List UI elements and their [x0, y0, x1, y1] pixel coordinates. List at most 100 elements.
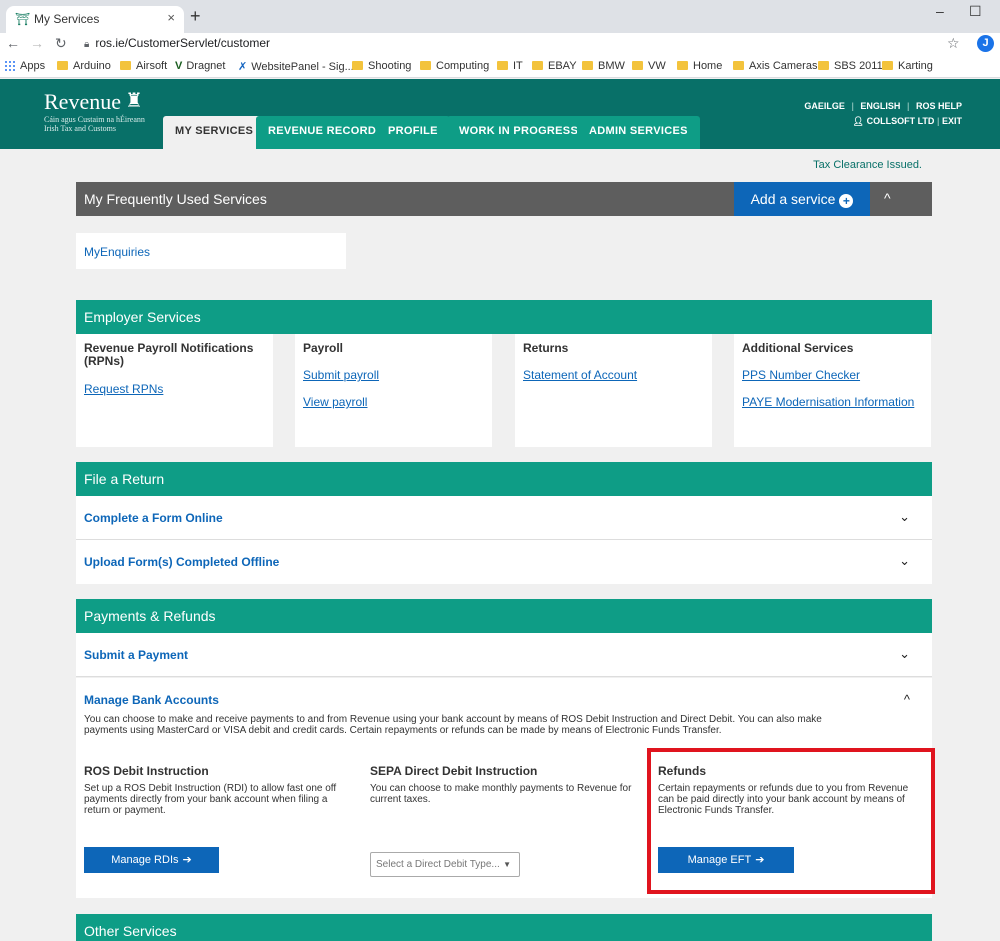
apps-grid-icon [4, 60, 15, 71]
bookmark-dragnet[interactable]: V Dragnet [175, 60, 225, 72]
manage-bank-description: You can choose to make and receive payme… [84, 714, 822, 736]
frequent-service-tile[interactable]: MyEnquiries [76, 233, 346, 269]
folder-icon [57, 61, 68, 70]
browser-tab-title: My Services [34, 12, 100, 26]
url-text: ros.ie/CustomerServlet/customer [95, 36, 271, 50]
link-ros-help[interactable]: ROS HELP [916, 101, 962, 111]
card-heading: Payroll [303, 341, 344, 355]
tab-admin-services[interactable]: ADMIN SERVICES [577, 116, 700, 149]
bookmark-it[interactable]: IT [497, 60, 523, 72]
user-line: 👤︎ COLLSOFT LTD | EXIT [853, 116, 962, 127]
top-utility-links: GAEILGE | ENGLISH | ROS HELP [800, 101, 962, 111]
separator: | [851, 101, 854, 111]
logo-subtitle-irish: Cáin agus Custaim na hÉireann [44, 115, 145, 124]
bookmark-star-icon[interactable]: ☆ [947, 35, 960, 52]
browser-tab-strip: ⛩ My Services × + – ☐ [0, 0, 1000, 33]
tab-close-icon[interactable]: × [167, 10, 175, 25]
separator: | [936, 116, 940, 126]
reload-icon[interactable]: ↻ [55, 35, 67, 52]
url-field[interactable]: 🔒︎ ros.ie/CustomerServlet/customer [84, 36, 270, 50]
pps-number-checker-link[interactable]: PPS Number Checker [742, 368, 860, 382]
bookmark-label: Karting [898, 60, 933, 72]
link-gaeilge[interactable]: GAEILGE [804, 101, 845, 111]
bookmark-ebay[interactable]: EBAY [532, 60, 577, 72]
bookmark-label: VW [648, 60, 666, 72]
lock-icon: 🔒︎ [84, 39, 90, 50]
card-payroll: Payroll Submit payroll View payroll [295, 334, 492, 447]
folder-icon [818, 61, 829, 70]
bookmark-label: Computing [436, 60, 490, 72]
manage-rdis-button[interactable]: Manage RDIs ➔ [84, 847, 219, 873]
tab-revenue-record[interactable]: REVENUE RECORD [256, 116, 389, 149]
bookmark-arduino[interactable]: Arduino [57, 60, 111, 72]
bookmark-karting[interactable]: Karting [882, 60, 933, 72]
dropdown-caret-icon: ▼ [503, 860, 511, 869]
other-services-bar: Other Services [76, 914, 932, 941]
chevron-up-icon[interactable]: ^ [884, 190, 891, 206]
revenue-logo[interactable]: Revenue ♜ Cáin agus Custaim na hÉireann I… [44, 88, 145, 133]
statement-of-account-link[interactable]: Statement of Account [523, 368, 637, 382]
new-tab-button[interactable]: + [190, 6, 201, 27]
separator: | [906, 101, 910, 111]
address-bar: ← → ↻ 🔒︎ ros.ie/CustomerServlet/customer … [0, 33, 1000, 55]
window-minimize-button[interactable]: – [936, 3, 944, 19]
plus-circle-icon: + [839, 194, 854, 208]
bookmark-home[interactable]: Home [677, 60, 722, 72]
other-services-title: Other Services [84, 923, 177, 939]
employer-services-bar: Employer Services [76, 300, 932, 334]
bookmark-shooting[interactable]: Shooting [352, 60, 411, 72]
bookmark-label: WebsitePanel - Sig... [251, 61, 354, 73]
accordion-submit-payment[interactable]: Submit a Payment ⌄ [76, 633, 932, 677]
tab-profile[interactable]: PROFILE [376, 116, 450, 149]
arrow-right-icon: ➔ [182, 854, 192, 866]
exit-link[interactable]: EXIT [942, 116, 962, 126]
accordion-upload-offline[interactable]: Upload Form(s) Completed Offline ⌄ [76, 540, 932, 584]
bookmark-label: Arduino [73, 60, 111, 72]
frequent-services-bar: My Frequently Used Services Add a servic… [76, 182, 932, 216]
folder-icon [532, 61, 543, 70]
direct-debit-type-select[interactable]: Select a Direct Debit Type... ▼ [370, 852, 520, 877]
view-payroll-link[interactable]: View payroll [303, 395, 367, 409]
request-rpns-link[interactable]: Request RPNs [84, 382, 163, 396]
tab-work-in-progress[interactable]: WORK IN PROGRESS [447, 116, 591, 149]
manage-bank-accounts-title[interactable]: Manage Bank Accounts [84, 693, 219, 707]
bookmark-label: Home [693, 60, 723, 72]
bookmark-axis-cameras[interactable]: Axis Cameras [733, 60, 817, 72]
chevron-up-icon[interactable]: ^ [904, 692, 910, 707]
card-heading: Additional Services [742, 341, 854, 355]
bookmark-label: Axis Cameras [749, 60, 818, 72]
profile-avatar[interactable]: J [977, 35, 994, 52]
forward-arrow-icon[interactable]: → [30, 35, 44, 51]
bookmark-label: EBAY [548, 60, 577, 72]
bookmark-airsoft[interactable]: Airsoft [120, 60, 167, 72]
myenquiries-link[interactable]: MyEnquiries [84, 245, 150, 259]
folder-icon [632, 61, 643, 70]
folder-icon [677, 61, 688, 70]
bookmark-apps[interactable]: Apps [4, 60, 45, 72]
bookmark-sbs-2011[interactable]: SBS 2011 [818, 60, 883, 72]
back-arrow-icon[interactable]: ← [6, 35, 20, 51]
harp-icon: ♜ [124, 90, 143, 112]
folder-icon [120, 61, 131, 70]
accordion-complete-form-online[interactable]: Complete a Form Online ⌄ [76, 496, 932, 540]
logo-subtitle-english: Irish Tax and Customs [44, 124, 116, 133]
window-maximize-button[interactable]: ☐ [969, 3, 982, 20]
add-service-button[interactable]: Add a service + [734, 182, 870, 216]
tab-my-services[interactable]: MY SERVICES [163, 116, 266, 149]
file-return-title: File a Return [84, 471, 165, 487]
accordion-label: Submit a Payment [84, 648, 189, 662]
submit-payroll-link[interactable]: Submit payroll [303, 368, 379, 382]
bookmark-bmw[interactable]: BMW [582, 60, 625, 72]
link-english[interactable]: ENGLISH [860, 101, 900, 111]
folder-icon [733, 61, 744, 70]
paye-modernisation-link[interactable]: PAYE Modernisation Information [742, 395, 914, 409]
folder-icon [420, 61, 431, 70]
bookmark-vw[interactable]: VW [632, 60, 666, 72]
user-name[interactable]: COLLSOFT LTD [867, 116, 935, 126]
bookmark-websitepanel[interactable]: ✗ WebsitePanel - Sig... [238, 60, 354, 73]
browser-tab[interactable]: ⛩ My Services × [6, 6, 184, 33]
rdi-heading: ROS Debit Instruction [84, 764, 209, 778]
bookmark-computing[interactable]: Computing [420, 60, 489, 72]
accordion-label: Upload Form(s) Completed Offline [84, 555, 280, 569]
select-placeholder: Select a Direct Debit Type... [376, 859, 500, 870]
